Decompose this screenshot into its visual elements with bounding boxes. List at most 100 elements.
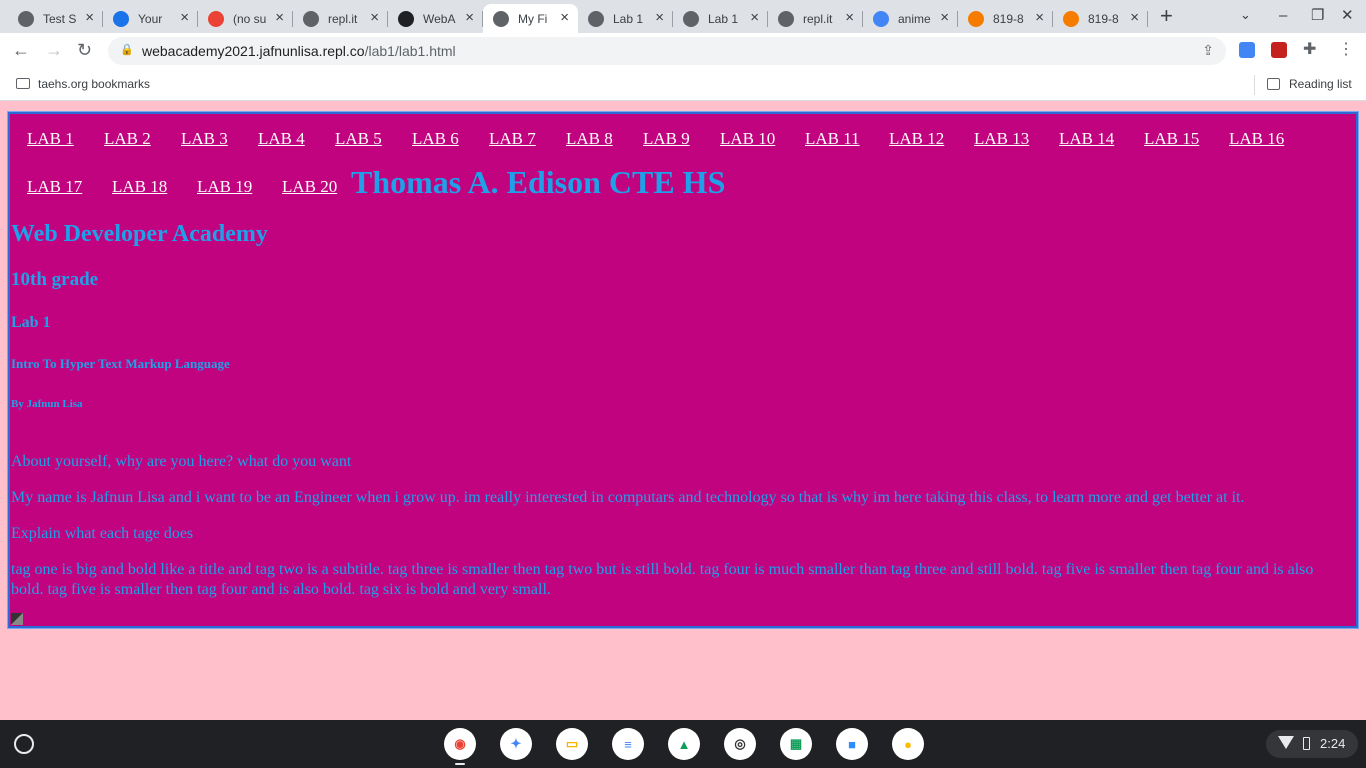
lab-link[interactable]: LAB 4 (258, 129, 305, 149)
tab-title: anime (898, 11, 931, 26)
tab-close-icon[interactable]: × (845, 10, 854, 26)
extensions-puzzle-icon[interactable]: ✚ (1303, 40, 1316, 60)
browser-tab[interactable]: Lab 1 × (673, 4, 768, 33)
tab-close-icon[interactable]: × (275, 10, 284, 26)
browser-tab[interactable]: Lab 1 × (578, 4, 673, 33)
new-tab-button[interactable]: + (1160, 5, 1173, 27)
book-extension-icon[interactable] (1271, 42, 1287, 58)
page-content-box: LAB 1 LAB 2 LAB 3 LAB 4 LAB 5 LAB 6 LAB 7 LAB 8… (7, 111, 1359, 629)
tab-close-icon[interactable]: × (655, 10, 664, 26)
zoom-icon[interactable]: ■ (836, 728, 868, 760)
answer-1: My name is Jafnun Lisa and i want to be … (11, 489, 1245, 506)
os-shelf: ◉ ✦ ▭ ≡ ▲ ◎ ▦ ■ ● 2:24 (0, 720, 1366, 768)
lab-link[interactable]: LAB 2 (104, 129, 151, 149)
globe-icon (588, 10, 604, 27)
google-icon (873, 10, 889, 27)
tab-close-icon[interactable]: × (370, 10, 379, 26)
reading-list-icon[interactable] (1267, 78, 1280, 90)
url-domain: webacademy2021.jafnunlisa.repl.co (142, 43, 365, 59)
tab-close-icon[interactable]: × (180, 10, 189, 26)
browser-tab[interactable]: Test S × (8, 4, 103, 33)
answer-2: tag one is big and bold like a title and… (11, 561, 1314, 598)
sheets-icon[interactable]: ▦ (780, 728, 812, 760)
translate-extension-icon[interactable] (1239, 42, 1255, 58)
folder-icon[interactable] (16, 78, 30, 89)
tab-close-icon[interactable]: × (940, 10, 949, 26)
tab-close-icon[interactable]: × (560, 10, 569, 26)
globe-icon (18, 10, 34, 27)
lab-link[interactable]: LAB 3 (181, 129, 228, 149)
url-text[interactable]: webacademy2021.jafnunlisa.repl.co/lab1/l… (142, 43, 456, 59)
lab-link[interactable]: LAB 6 (412, 129, 459, 149)
chrome-icon[interactable]: ◉ (444, 728, 476, 760)
tab-close-icon[interactable]: × (1130, 10, 1139, 26)
restore-icon[interactable]: ❐ (1311, 6, 1324, 26)
divider (1254, 75, 1255, 95)
browser-tab[interactable]: anime × (863, 4, 958, 33)
lab-link[interactable]: LAB 1 (27, 129, 74, 149)
reload-icon[interactable]: ↻ (77, 40, 92, 60)
drive-icon[interactable]: ▲ (668, 728, 700, 760)
tab-title: Lab 1 (708, 11, 739, 26)
docs-icon[interactable]: ≡ (612, 728, 644, 760)
lab-link[interactable]: LAB 10 (720, 129, 775, 149)
lab-link[interactable]: LAB 13 (974, 129, 1029, 149)
lock-icon[interactable]: 🔒 (120, 43, 134, 56)
classlink-icon[interactable]: ✦ (500, 728, 532, 760)
tab-close-icon[interactable]: × (1035, 10, 1044, 26)
tab-close-icon[interactable]: × (750, 10, 759, 26)
browser-tab[interactable]: repl.it × (768, 4, 863, 33)
browser-tab[interactable]: WebA × (388, 4, 483, 33)
address-bar[interactable]: 🔒 webacademy2021.jafnunlisa.repl.co/lab1… (108, 37, 1226, 65)
search-icon (1063, 10, 1079, 27)
tab-close-icon[interactable]: × (85, 10, 94, 26)
tab-title: Lab 1 (613, 11, 644, 26)
reading-list-label[interactable]: Reading list (1289, 77, 1352, 91)
browser-tab[interactable]: 819-8 × (1053, 4, 1148, 33)
wifi-icon (1278, 736, 1294, 749)
browser-tab[interactable]: 819-8 × (958, 4, 1053, 33)
browser-tab[interactable]: repl.it × (293, 4, 388, 33)
geogebra-icon[interactable]: ◎ (724, 728, 756, 760)
lab-link[interactable]: LAB 18 (112, 177, 167, 197)
browser-tab[interactable]: My Fi × (483, 4, 578, 33)
question-2: Explain what each tage does (11, 525, 194, 542)
browser-tab[interactable]: Your × (103, 4, 198, 33)
lab-link[interactable]: LAB 5 (335, 129, 382, 149)
battery-icon (1303, 737, 1310, 750)
tab-close-icon[interactable]: × (465, 10, 474, 26)
page-viewport: LAB 1 LAB 2 LAB 3 LAB 4 LAB 5 LAB 6 LAB 7 LAB 8… (0, 102, 1366, 720)
globe-icon (683, 10, 699, 27)
lab-link[interactable]: LAB 19 (197, 177, 252, 197)
share-icon[interactable]: ⇪ (1202, 42, 1214, 59)
lab-link[interactable]: LAB 9 (643, 129, 690, 149)
tab-title: repl.it (803, 11, 833, 26)
active-app-indicator (455, 763, 465, 765)
tab-title: repl.it (328, 11, 358, 26)
lab-link[interactable]: LAB 20 (282, 177, 337, 197)
resize-handle[interactable] (11, 613, 23, 625)
school-title: Thomas A. Edison CTE HS (351, 164, 726, 200)
close-window-icon[interactable]: ✕ (1341, 6, 1354, 26)
back-icon[interactable]: ← (12, 40, 30, 60)
browser-tab[interactable]: (no su × (198, 4, 293, 33)
lab-link[interactable]: LAB 15 (1144, 129, 1199, 149)
lab-link[interactable]: LAB 11 (805, 129, 860, 149)
lab-link[interactable]: LAB 17 (27, 177, 82, 197)
slides-icon[interactable]: ▭ (556, 728, 588, 760)
keep-icon[interactable]: ● (892, 728, 924, 760)
lab-link[interactable]: LAB 14 (1059, 129, 1114, 149)
menu-kebab-icon[interactable]: ⋮ (1338, 40, 1354, 60)
tab-search-icon[interactable]: ⌄ (1240, 7, 1251, 23)
status-tray[interactable]: 2:24 (1266, 730, 1358, 758)
minimize-icon[interactable]: – (1279, 6, 1287, 26)
tab-title: WebA (423, 11, 456, 26)
lab-link[interactable]: LAB 8 (566, 129, 613, 149)
lab-link[interactable]: LAB 12 (889, 129, 944, 149)
forward-icon[interactable]: → (45, 40, 63, 60)
openai-icon (398, 10, 414, 27)
lab-link[interactable]: LAB 16 (1229, 129, 1284, 149)
bookmark-folder-label[interactable]: taehs.org bookmarks (38, 77, 150, 91)
lab-link[interactable]: LAB 7 (489, 129, 536, 149)
launcher-icon[interactable] (14, 734, 34, 754)
